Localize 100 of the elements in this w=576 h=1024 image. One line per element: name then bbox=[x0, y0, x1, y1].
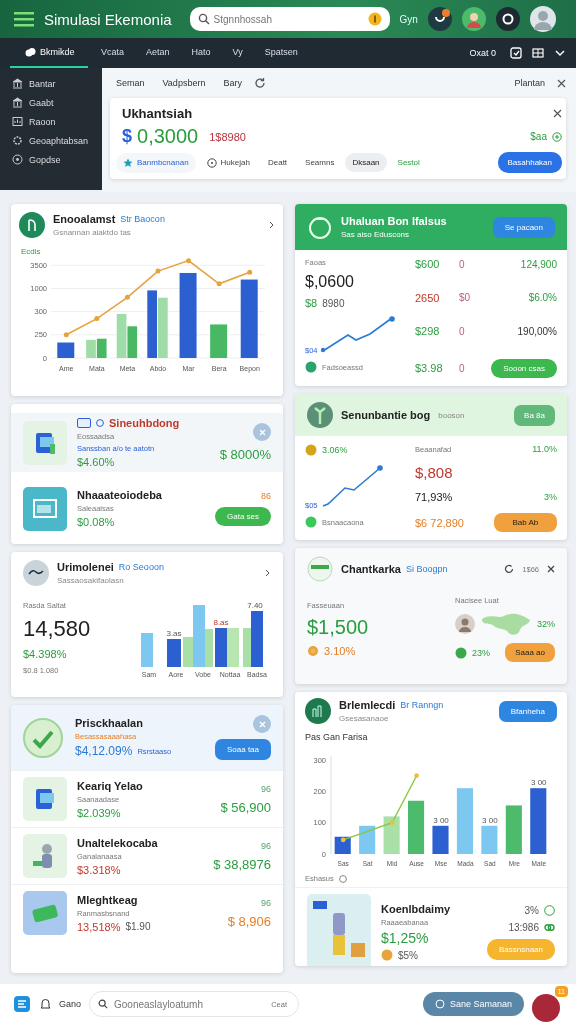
sidebar-item[interactable]: Bantar bbox=[0, 74, 102, 93]
close-icon[interactable] bbox=[547, 565, 555, 573]
row-mark: 0 bbox=[459, 325, 465, 337]
toolbar-link[interactable]: Seman bbox=[110, 78, 151, 88]
save-button[interactable]: Sane Samanan bbox=[422, 992, 524, 1016]
primary-button[interactable]: Basahhakan bbox=[497, 152, 562, 173]
nav-status: Oxat 0 bbox=[469, 48, 496, 58]
sidebar-item[interactable]: Geoaphtabsan bbox=[0, 131, 102, 150]
coin-icon[interactable] bbox=[367, 12, 382, 26]
rate-change: 3% bbox=[543, 492, 557, 502]
sub-value: $8 bbox=[305, 297, 318, 309]
filter-chip[interactable]: Dksaan bbox=[345, 153, 387, 172]
item-change: $1,25% bbox=[381, 930, 430, 946]
item-price: $ 56,900 bbox=[220, 799, 271, 815]
settings-icon bbox=[12, 135, 23, 146]
filter-chip[interactable]: Banmbcnanan bbox=[116, 152, 196, 173]
card-tag: Ro Seooon bbox=[118, 562, 164, 572]
amount-value: $,0600 bbox=[305, 273, 355, 291]
item-change: $2.039% bbox=[77, 806, 121, 819]
close-icon[interactable] bbox=[553, 109, 562, 118]
chart-bar bbox=[432, 825, 449, 854]
header-button[interactable]: Se pacaon bbox=[492, 216, 555, 238]
row-mark: $0 bbox=[459, 292, 471, 304]
chart-bar bbox=[408, 800, 425, 854]
refresh-icon[interactable] bbox=[504, 564, 515, 574]
item-title: Unaltelekocaba bbox=[77, 836, 159, 849]
chevron-right-icon[interactable] bbox=[265, 569, 271, 577]
item-title: Koenlbdaimy bbox=[381, 903, 452, 915]
chart-bar bbox=[481, 825, 498, 854]
chart-bar bbox=[359, 825, 376, 854]
item-share: 3% bbox=[524, 904, 539, 916]
toolbar-link[interactable]: Bary bbox=[217, 78, 248, 88]
sidebar-item[interactable]: Gaabt bbox=[0, 93, 102, 112]
row-value: 2650 bbox=[415, 291, 441, 304]
chart-bar bbox=[158, 297, 168, 358]
amount-value: $,808 bbox=[415, 464, 454, 481]
axis-title: Ecdis bbox=[21, 247, 41, 256]
amount-change: 3.10% bbox=[324, 645, 356, 657]
star-icon bbox=[123, 157, 133, 168]
menu-icon[interactable] bbox=[14, 11, 34, 27]
notification-icon[interactable] bbox=[427, 7, 452, 31]
chart-bar bbox=[96, 338, 107, 358]
row-figure: $6.0% bbox=[528, 292, 557, 304]
product-price: $ 8000% bbox=[219, 447, 271, 463]
sidebar-item[interactable]: Gopdse bbox=[0, 150, 102, 169]
chart-bar bbox=[86, 339, 96, 358]
settings-icon[interactable] bbox=[495, 7, 520, 31]
region-share: 32% bbox=[537, 619, 555, 629]
search-field[interactable]: Stgnnhossah bbox=[189, 7, 390, 31]
value-label: 3 00 bbox=[433, 815, 449, 825]
stat-change: $4.398% bbox=[23, 647, 68, 660]
card-tag: booson bbox=[438, 410, 465, 420]
row-mark: 0 bbox=[459, 362, 465, 374]
total-value: $6 72,890 bbox=[415, 516, 465, 529]
chart-bar bbox=[127, 326, 138, 358]
user-avatar-icon[interactable] bbox=[461, 7, 486, 31]
chevron-down-icon[interactable] bbox=[554, 47, 566, 59]
circle-icon bbox=[434, 999, 445, 1009]
card-title: Senunbantie bog bbox=[341, 409, 431, 421]
item-title: Keariq Yelao bbox=[77, 779, 144, 792]
avatar-icon bbox=[455, 614, 475, 634]
row-value: $298 bbox=[415, 325, 441, 338]
close-icon bbox=[258, 428, 266, 436]
info-icon bbox=[96, 419, 104, 428]
profile-avatar[interactable] bbox=[529, 6, 556, 32]
item-picture bbox=[23, 777, 67, 821]
refresh-icon[interactable] bbox=[253, 77, 266, 89]
avatar-circle[interactable] bbox=[532, 994, 560, 1022]
bank-icon bbox=[12, 97, 23, 108]
row-value: $3.98 bbox=[415, 362, 444, 375]
toolbar-link[interactable]: Vadpsbern bbox=[156, 78, 212, 88]
bell-icon[interactable] bbox=[40, 998, 51, 1010]
chart-bar bbox=[57, 342, 75, 358]
plus-circle-icon[interactable] bbox=[552, 131, 562, 142]
nav-tab[interactable]: Hato bbox=[182, 38, 220, 68]
info-icon bbox=[338, 874, 347, 883]
panel-label: Plantan bbox=[513, 78, 546, 88]
chevron-right-icon[interactable] bbox=[269, 221, 275, 229]
value-label: 7.40 bbox=[247, 600, 263, 610]
item-change: $3.318% bbox=[77, 863, 121, 876]
product-change: $4.60% bbox=[77, 456, 116, 469]
card-title: Urimolenei bbox=[57, 561, 114, 573]
nav-tab[interactable]: Vy bbox=[223, 38, 252, 68]
grid-icon[interactable] bbox=[532, 47, 544, 59]
nav-tab[interactable]: Aetan bbox=[137, 38, 179, 68]
action-button[interactable]: Soaa taa bbox=[214, 739, 271, 760]
cloud-icon bbox=[25, 47, 36, 57]
nav-tab[interactable]: Spatsen bbox=[255, 38, 307, 68]
close-icon[interactable] bbox=[557, 78, 566, 88]
card-title: Brlemlecdi bbox=[339, 699, 396, 711]
action-button[interactable]: Bab Ab bbox=[493, 513, 557, 532]
edit-icon[interactable] bbox=[510, 47, 522, 59]
logo-icon[interactable] bbox=[12, 994, 32, 1014]
header-button[interactable]: Bfanheha bbox=[498, 700, 557, 722]
action-button[interactable]: Saaa ao bbox=[505, 643, 555, 662]
chart-bar bbox=[505, 805, 522, 854]
nav-tab[interactable]: Vcata bbox=[92, 38, 133, 68]
item-figure: 13:986 bbox=[508, 921, 539, 933]
sidebar-item[interactable]: Raoon bbox=[0, 112, 102, 131]
item-count: 96 bbox=[261, 897, 271, 908]
